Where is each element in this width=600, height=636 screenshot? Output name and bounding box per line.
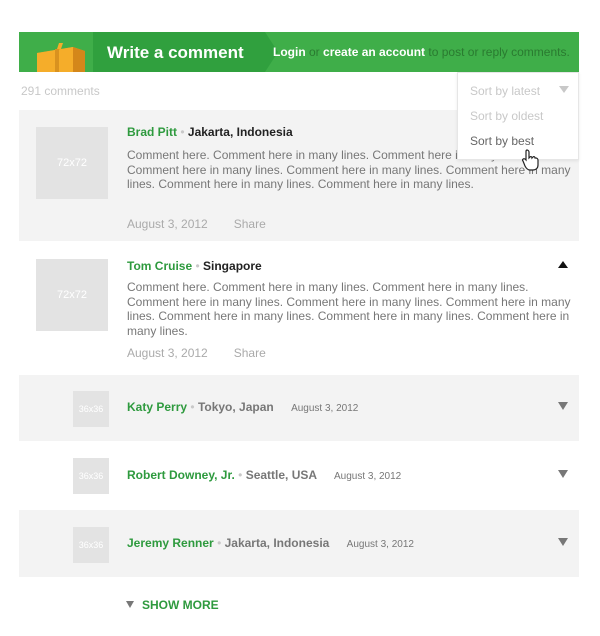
commenter-name[interactable]: Jeremy Renner [127, 536, 214, 550]
commenter-location: Seattle, USA [245, 468, 317, 482]
expand-arrow-icon[interactable] [558, 538, 568, 546]
or-text: or [309, 45, 320, 59]
sort-by-latest-option[interactable]: Sort by latest [470, 84, 540, 98]
commenter-location: Jakarta, Indonesia [187, 125, 293, 139]
package-box-icon [37, 43, 85, 72]
comment-date: August 3, 2012 [346, 539, 414, 550]
comment-item-collapsed[interactable]: 36x36 Katy Perry • Tokyo, Japan August 3… [19, 375, 579, 441]
comment-item-collapsed[interactable]: 36x36 Jeremy Renner • Jakarta, Indonesia… [19, 510, 579, 577]
commenter-name[interactable]: Robert Downey, Jr. [127, 468, 235, 482]
comment-footer: August 3, 2012 Share [127, 346, 266, 360]
comment-footer: August 3, 2012 Share [127, 217, 266, 231]
separator-dot: • [217, 536, 222, 550]
login-link[interactable]: Login [273, 45, 306, 59]
comment-item-collapsed[interactable]: 36x36 Robert Downey, Jr. • Seattle, USA … [19, 441, 579, 510]
show-more-label[interactable]: SHOW MORE [142, 598, 219, 612]
avatar[interactable]: 36x36 [73, 527, 109, 563]
comment-meta: Brad Pitt • Jakarta, Indonesia [127, 125, 293, 139]
sort-by-oldest-option[interactable]: Sort by oldest [470, 109, 543, 123]
comment-item: 72x72 Tom Cruise • Singapore Comment her… [19, 241, 579, 375]
chevron-down-icon[interactable] [559, 86, 569, 93]
commenter-name[interactable]: Brad Pitt [127, 125, 177, 139]
avatar[interactable]: 72x72 [36, 259, 108, 331]
chevron-down-icon [126, 601, 134, 608]
comment-meta: Robert Downey, Jr. • Seattle, USA August… [127, 468, 401, 482]
comment-text: Comment here. Comment here in many lines… [127, 280, 571, 338]
avatar[interactable]: 36x36 [73, 458, 109, 494]
share-link[interactable]: Share [234, 346, 266, 360]
comment-date: August 3, 2012 [291, 403, 359, 414]
comment-date: August 3, 2012 [127, 217, 208, 231]
hand-cursor-icon [522, 149, 539, 171]
sort-by-best-option[interactable]: Sort by best [470, 134, 534, 148]
expand-arrow-icon[interactable] [558, 402, 568, 410]
separator-dot: • [238, 468, 243, 482]
comment-date: August 3, 2012 [333, 471, 402, 482]
separator-dot: • [190, 400, 195, 414]
post-reply-text: to post or reply comments. [428, 45, 570, 59]
commenter-location: Tokyo, Japan [197, 400, 274, 414]
show-more-button[interactable]: SHOW MORE [126, 598, 219, 612]
commenter-location: Jakarta, Indonesia [224, 536, 330, 550]
comment-meta: Katy Perry • Tokyo, Japan August 3, 2012 [127, 400, 358, 414]
commenter-location: Singapore [203, 259, 262, 273]
avatar[interactable]: 36x36 [73, 391, 109, 427]
comment-date: August 3, 2012 [127, 346, 208, 360]
expand-arrow-icon[interactable] [558, 470, 568, 478]
comment-header-bar: Write a comment Login or create an accou… [19, 32, 579, 72]
separator-dot: • [195, 259, 200, 273]
comment-meta: Tom Cruise • Singapore [127, 259, 262, 273]
sort-dropdown[interactable]: Sort by latest Sort by oldest Sort by be… [457, 72, 579, 171]
comment-count: 291 comments [21, 84, 100, 98]
avatar[interactable]: 72x72 [36, 127, 108, 199]
comment-meta: Jeremy Renner • Jakarta, Indonesia Augus… [127, 536, 414, 550]
share-link[interactable]: Share [234, 217, 266, 231]
commenter-name[interactable]: Tom Cruise [127, 259, 192, 273]
login-prompt: Login or create an account to post or re… [273, 45, 570, 59]
create-account-link[interactable]: create an account [323, 45, 425, 59]
write-comment-label[interactable]: Write a comment [107, 43, 244, 63]
collapse-arrow-icon[interactable] [558, 261, 568, 268]
separator-dot: • [180, 125, 185, 139]
commenter-name[interactable]: Katy Perry [127, 400, 187, 414]
